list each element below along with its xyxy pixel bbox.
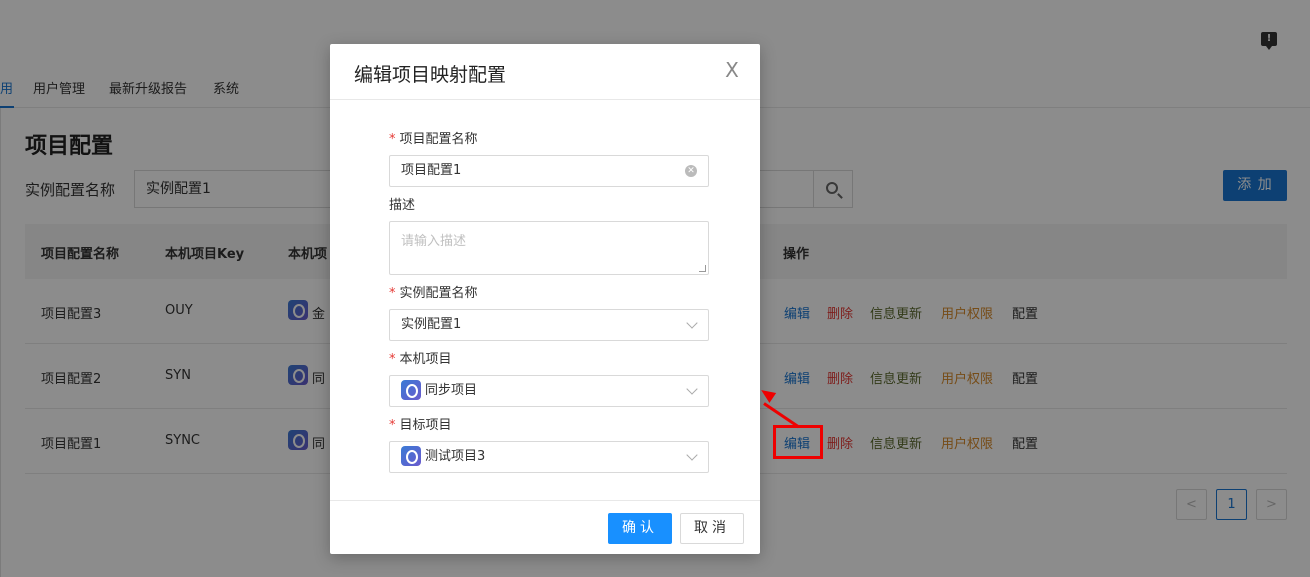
local-project-select[interactable]: 同步项目: [389, 375, 709, 407]
close-icon[interactable]: X: [722, 60, 742, 80]
project-icon: [401, 445, 421, 466]
cancel-button[interactable]: 取消: [680, 513, 744, 544]
dialog-footer: 确认 取消: [330, 500, 760, 554]
config-name-label: * 项目配置名称: [389, 132, 478, 147]
description-textarea[interactable]: 请输入描述: [389, 221, 709, 275]
target-project-label: * 目标项目: [389, 418, 452, 433]
confirm-button[interactable]: 确认: [608, 513, 672, 544]
edit-mapping-dialog: 编辑项目映射配置 X * 项目配置名称 项目配置1 ✕ 描述 请输入描述 * 实例配…: [330, 44, 760, 554]
description-label: 描述: [389, 198, 416, 213]
instance-config-label: * 实例配置名称: [389, 286, 478, 301]
chevron-down-icon: [686, 317, 698, 329]
target-project-select[interactable]: 测试项目3: [389, 441, 709, 473]
chevron-down-icon: [686, 383, 698, 395]
chevron-down-icon: [686, 449, 698, 461]
clear-icon[interactable]: ✕: [685, 165, 697, 177]
resize-handle-icon[interactable]: [699, 265, 706, 272]
instance-config-select[interactable]: 实例配置1: [389, 309, 709, 341]
dialog-title: 编辑项目映射配置: [354, 64, 507, 86]
local-project-label: * 本机项目: [389, 352, 452, 367]
required-mark: *: [389, 132, 396, 147]
config-name-input[interactable]: 项目配置1 ✕: [389, 155, 709, 187]
highlight-box: [773, 425, 823, 459]
dialog-header: 编辑项目映射配置 X: [330, 44, 760, 100]
project-icon: [401, 379, 421, 400]
